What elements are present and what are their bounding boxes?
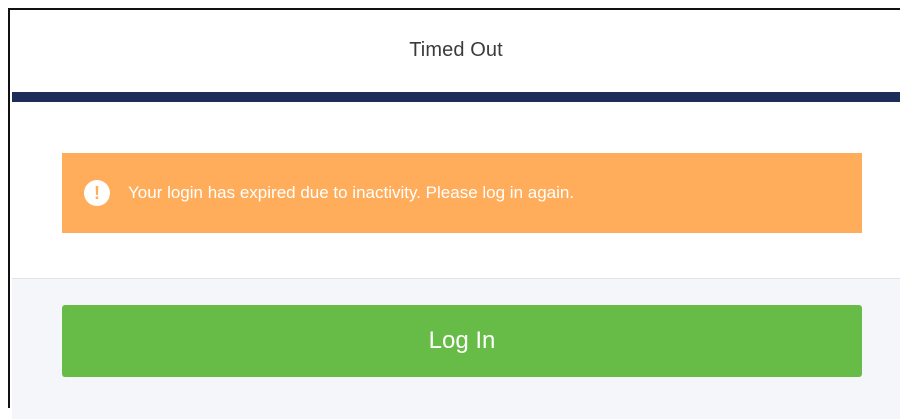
dialog-header: Timed Out <box>10 10 900 90</box>
exclamation-circle-icon: ! <box>84 180 110 206</box>
timeout-dialog: Timed Out ! Your login has expired due t… <box>8 8 900 419</box>
alert-message: Your login has expired due to inactivity… <box>128 183 575 202</box>
dialog-footer: Log In <box>12 279 900 419</box>
header-accent-bar <box>12 92 900 102</box>
dialog-content: ! Your login has expired due to inactivi… <box>12 102 900 278</box>
warning-alert: ! Your login has expired due to inactivi… <box>62 153 862 233</box>
dialog-title: Timed Out <box>409 38 503 61</box>
login-button[interactable]: Log In <box>62 305 862 377</box>
